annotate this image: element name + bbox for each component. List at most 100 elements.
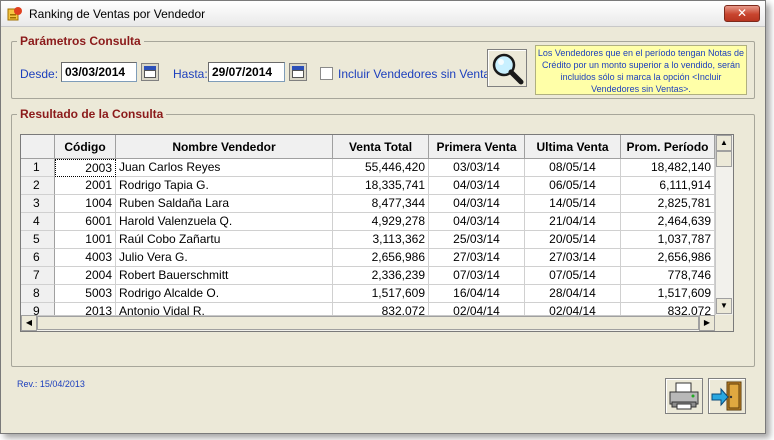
nombre-cell[interactable]: Julio Vera G.	[116, 249, 333, 267]
nombre-cell[interactable]: Raúl Cobo Zañartu	[116, 231, 333, 249]
params-group-title: Parámetros Consulta	[17, 34, 144, 48]
exit-button[interactable]	[708, 378, 746, 414]
codigo-cell[interactable]: 2001	[55, 177, 116, 195]
table-row[interactable]: 4 6001 Harold Valenzuela Q. 4,929,278 04/03/…	[21, 213, 715, 231]
nombre-cell[interactable]: Ruben Saldaña Lara	[116, 195, 333, 213]
codigo-cell[interactable]: 2003	[55, 159, 116, 177]
row-number-cell: 8	[21, 285, 55, 303]
primera-venta-cell[interactable]: 04/03/14	[429, 177, 525, 195]
codigo-cell[interactable]: 1001	[55, 231, 116, 249]
row-number-cell: 6	[21, 249, 55, 267]
primera-venta-cell[interactable]: 04/03/14	[429, 195, 525, 213]
revision-label: Rev.: 15/04/2013	[17, 379, 85, 389]
codigo-cell[interactable]: 1004	[55, 195, 116, 213]
table-row[interactable]: 6 4003 Julio Vera G. 2,656,986 27/03/14 27/03…	[21, 249, 715, 267]
header-nombre[interactable]: Nombre Vendedor	[116, 135, 333, 159]
scroll-left-icon[interactable]: ◀	[21, 315, 37, 331]
vertical-scroll-thumb[interactable]	[716, 151, 732, 167]
ultima-venta-cell[interactable]: 20/05/14	[525, 231, 621, 249]
app-icon	[7, 7, 22, 21]
main-window: Ranking de Ventas por Vendedor ✕ Parámet…	[0, 0, 766, 434]
codigo-cell[interactable]: 2004	[55, 267, 116, 285]
header-codigo[interactable]: Código	[55, 135, 116, 159]
row-number-cell: 7	[21, 267, 55, 285]
table-row[interactable]: 7 2004 Robert Bauerschmitt 2,336,239 07/03/1…	[21, 267, 715, 285]
primera-venta-cell[interactable]: 25/03/14	[429, 231, 525, 249]
horizontal-scrollbar[interactable]: ◀ ▶	[21, 315, 715, 331]
scroll-up-icon[interactable]: ▲	[716, 135, 732, 151]
search-button[interactable]	[487, 49, 527, 87]
header-ultima-venta[interactable]: Ultima Venta	[525, 135, 621, 159]
codigo-cell[interactable]: 4003	[55, 249, 116, 267]
primera-venta-cell[interactable]: 27/03/14	[429, 249, 525, 267]
venta-total-cell[interactable]: 8,477,344	[333, 195, 429, 213]
table-row[interactable]: 8 5003 Rodrigo Alcalde O. 1,517,609 16/04/14…	[21, 285, 715, 303]
venta-total-cell[interactable]: 2,656,986	[333, 249, 429, 267]
ultima-venta-cell[interactable]: 06/05/14	[525, 177, 621, 195]
venta-total-cell[interactable]: 4,929,278	[333, 213, 429, 231]
results-grid[interactable]: Código Nombre Vendedor Venta Total Prime…	[20, 134, 734, 332]
nombre-cell[interactable]: Juan Carlos Reyes	[116, 159, 333, 177]
magnifier-icon	[492, 53, 524, 85]
info-note: Los Vendedores que en el período tengan …	[535, 45, 747, 95]
table-row[interactable]: 1 2003 Juan Carlos Reyes 55,446,420 03/03/14…	[21, 159, 715, 177]
ultima-venta-cell[interactable]: 21/04/14	[525, 213, 621, 231]
desde-calendar-button[interactable]	[141, 63, 159, 81]
prom-periodo-cell[interactable]: 2,825,781	[621, 195, 715, 213]
nombre-cell[interactable]: Rodrigo Alcalde O.	[116, 285, 333, 303]
table-row[interactable]: 2 2001 Rodrigo Tapia G. 18,335,741 04/03/14 0…	[21, 177, 715, 195]
prom-periodo-cell[interactable]: 18,482,140	[621, 159, 715, 177]
scroll-down-icon[interactable]: ▼	[716, 298, 732, 314]
ultima-venta-cell[interactable]: 07/05/14	[525, 267, 621, 285]
venta-total-cell[interactable]: 18,335,741	[333, 177, 429, 195]
scrollbar-corner	[715, 315, 733, 331]
codigo-cell[interactable]: 5003	[55, 285, 116, 303]
row-number-cell: 2	[21, 177, 55, 195]
venta-total-cell[interactable]: 3,113,362	[333, 231, 429, 249]
header-rownum	[21, 135, 55, 159]
results-group-title: Resultado de la Consulta	[17, 107, 167, 121]
header-primera-venta[interactable]: Primera Venta	[429, 135, 525, 159]
ultima-venta-cell[interactable]: 08/05/14	[525, 159, 621, 177]
prom-periodo-cell[interactable]: 2,656,986	[621, 249, 715, 267]
prom-periodo-cell[interactable]: 1,037,787	[621, 231, 715, 249]
ultima-venta-cell[interactable]: 27/03/14	[525, 249, 621, 267]
prom-periodo-cell[interactable]: 1,517,609	[621, 285, 715, 303]
nombre-cell[interactable]: Rodrigo Tapia G.	[116, 177, 333, 195]
table-row[interactable]: 3 1004 Ruben Saldaña Lara 8,477,344 04/03/14…	[21, 195, 715, 213]
primera-venta-cell[interactable]: 07/03/14	[429, 267, 525, 285]
codigo-cell[interactable]: 6001	[55, 213, 116, 231]
prom-periodo-cell[interactable]: 2,464,639	[621, 213, 715, 231]
horizontal-scroll-thumb[interactable]	[37, 316, 699, 330]
nombre-cell[interactable]: Robert Bauerschmitt	[116, 267, 333, 285]
primera-venta-cell[interactable]: 04/03/14	[429, 213, 525, 231]
exit-door-icon	[711, 381, 742, 411]
include-sellers-checkbox[interactable]	[320, 67, 333, 80]
print-button[interactable]	[665, 378, 703, 414]
venta-total-cell[interactable]: 1,517,609	[333, 285, 429, 303]
header-prom-periodo[interactable]: Prom. Período	[621, 135, 715, 159]
vertical-scrollbar[interactable]: ▲ ▼	[715, 135, 733, 315]
desde-label: Desde:	[20, 67, 59, 81]
primera-venta-cell[interactable]: 03/03/14	[429, 159, 525, 177]
include-sellers-label[interactable]: Incluir Vendedores sin Ventas	[338, 67, 496, 81]
header-venta-total[interactable]: Venta Total	[333, 135, 429, 159]
row-number-cell: 3	[21, 195, 55, 213]
scroll-right-icon[interactable]: ▶	[699, 315, 715, 331]
desde-date-input[interactable]: 03/03/2014	[61, 62, 137, 82]
hasta-date-input[interactable]: 29/07/2014	[208, 62, 285, 82]
hasta-label: Hasta:	[173, 67, 208, 81]
nombre-cell[interactable]: Harold Valenzuela Q.	[116, 213, 333, 231]
prom-periodo-cell[interactable]: 6,111,914	[621, 177, 715, 195]
hasta-calendar-button[interactable]	[289, 63, 307, 81]
venta-total-cell[interactable]: 2,336,239	[333, 267, 429, 285]
prom-periodo-cell[interactable]: 778,746	[621, 267, 715, 285]
venta-total-cell[interactable]: 55,446,420	[333, 159, 429, 177]
ultima-venta-cell[interactable]: 14/05/14	[525, 195, 621, 213]
row-number-cell: 1	[21, 159, 55, 177]
primera-venta-cell[interactable]: 16/04/14	[429, 285, 525, 303]
table-row[interactable]: 5 1001 Raúl Cobo Zañartu 3,113,362 25/03/14 2…	[21, 231, 715, 249]
close-button[interactable]: ✕	[724, 5, 760, 22]
ultima-venta-cell[interactable]: 28/04/14	[525, 285, 621, 303]
title-bar: Ranking de Ventas por Vendedor ✕	[1, 1, 765, 27]
